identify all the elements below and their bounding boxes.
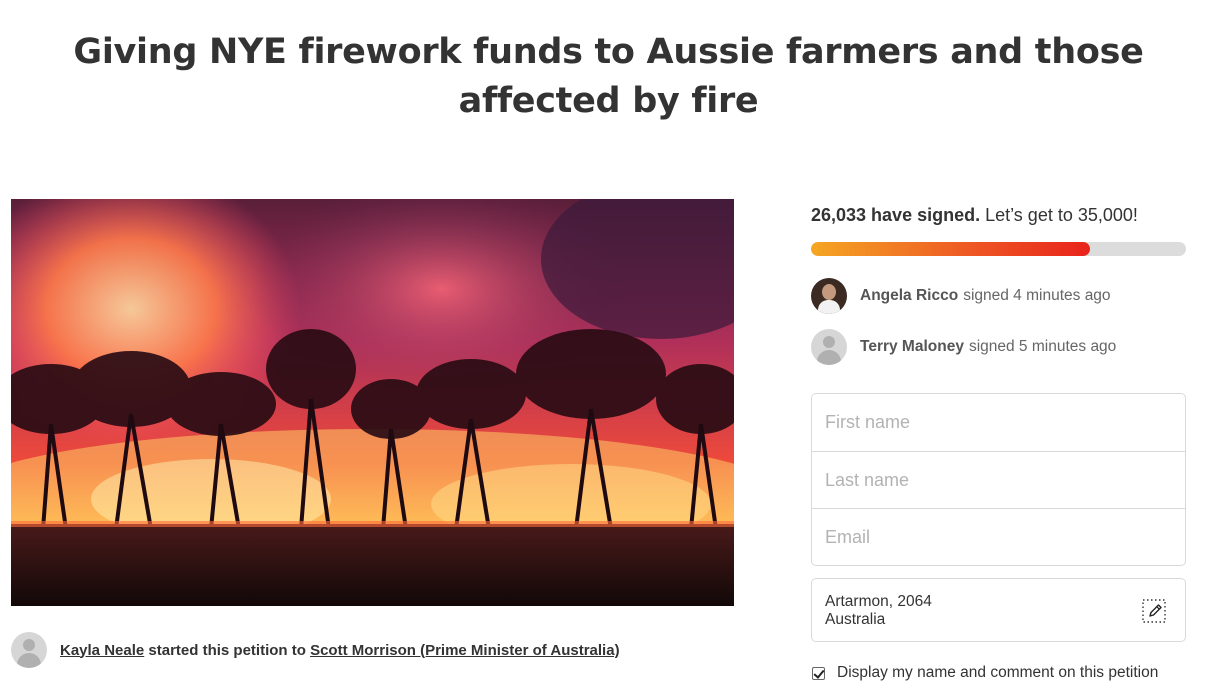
recent-signer: Terry Maloney signed 5 minutes ago bbox=[811, 329, 1186, 365]
recent-signer: Angela Ricco signed 4 minutes ago bbox=[811, 278, 1186, 314]
location-field[interactable]: Artarmon, 2064 Australia bbox=[811, 578, 1186, 642]
signer-name: Angela Ricco bbox=[860, 287, 959, 304]
generic-user-icon bbox=[811, 329, 847, 365]
signer-name: Terry Maloney bbox=[860, 338, 964, 355]
signature-count-number: 26,033 have signed. bbox=[811, 205, 981, 225]
email-input[interactable] bbox=[812, 508, 1185, 565]
last-name-input[interactable] bbox=[812, 451, 1185, 508]
signature-progress-fill bbox=[811, 242, 1090, 256]
signature-progress-bar bbox=[811, 242, 1186, 256]
first-name-input[interactable] bbox=[812, 394, 1185, 451]
starter-name-link[interactable]: Kayla Neale bbox=[60, 642, 144, 659]
display-name-option[interactable]: Display my name and comment on this peti… bbox=[811, 664, 1186, 682]
signer-time: signed 4 minutes ago bbox=[963, 287, 1111, 304]
signature-goal-text: Let’s get to 35,000! bbox=[985, 205, 1138, 225]
starter-avatar-icon bbox=[11, 632, 47, 668]
signer-time: signed 5 minutes ago bbox=[968, 338, 1117, 355]
decision-maker-link[interactable]: Scott Morrison (Prime Minister of Austra… bbox=[310, 642, 620, 659]
sign-sidebar: 26,033 have signed. Let’s get to 35,000!… bbox=[811, 200, 1186, 682]
display-name-checkbox[interactable] bbox=[812, 666, 825, 680]
display-name-label: Display my name and comment on this peti… bbox=[837, 664, 1159, 681]
signer-details-form bbox=[811, 393, 1186, 566]
location-city: Artarmon, 2064 bbox=[825, 593, 932, 610]
location-country: Australia bbox=[825, 611, 886, 628]
signer-avatar-photo bbox=[811, 278, 847, 314]
signature-count: 26,033 have signed. Let’s get to 35,000! bbox=[811, 200, 1186, 230]
bushfire-image bbox=[11, 199, 734, 606]
starter-connector-text: started this petition to bbox=[148, 641, 306, 659]
petition-image bbox=[11, 199, 734, 606]
petition-starter: Kayla Neale started this petition to Sco… bbox=[11, 632, 620, 668]
edit-pencil-icon[interactable] bbox=[1141, 598, 1167, 624]
petition-title: Giving NYE firework funds to Aussie farm… bbox=[73, 32, 1144, 121]
